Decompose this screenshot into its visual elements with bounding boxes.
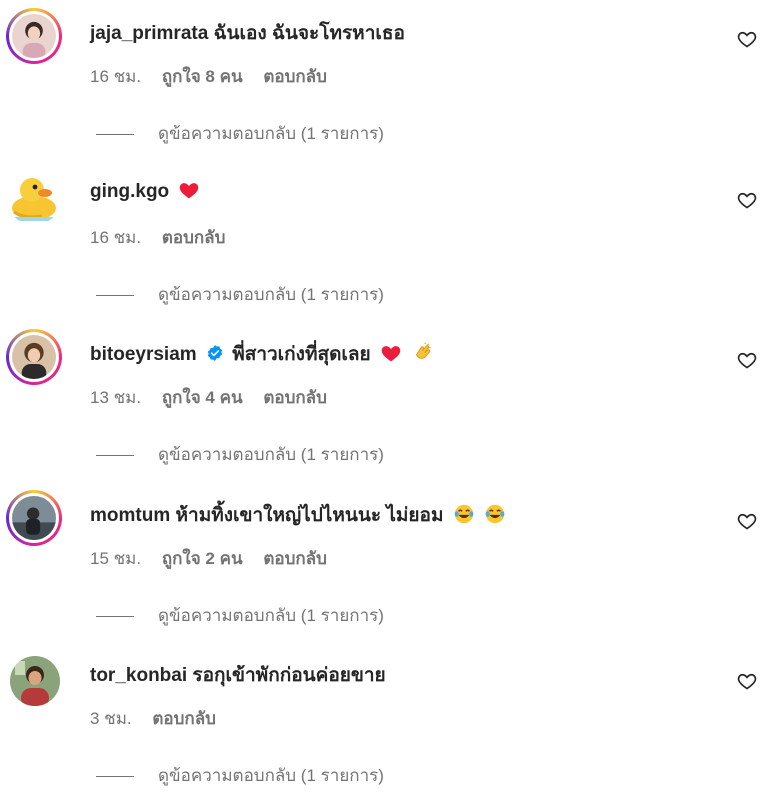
- username[interactable]: bitoeyrsiam: [90, 344, 197, 365]
- comment-item: tor_konbai รอกุเข้าพักก่อนค่อยขาย 3 ชม. …: [0, 642, 763, 802]
- reply-button[interactable]: ตอบกลับ: [162, 228, 226, 247]
- avatar[interactable]: [6, 8, 62, 64]
- rubber-duck-icon: [6, 169, 62, 225]
- timestamp[interactable]: 16 ชม.: [90, 228, 141, 247]
- comment-meta: 3 ชม. ตอบกลับ: [90, 705, 232, 732]
- comment-line: momtum ห้ามทิ้งเขาใหญ่ไปไหนนะ ไม่ยอม: [90, 500, 506, 530]
- avatar-image: [12, 14, 56, 58]
- avatar-image: [12, 335, 56, 379]
- username[interactable]: momtum: [90, 505, 170, 526]
- divider: [96, 616, 134, 618]
- view-replies-label: ดูข้อความตอบกลับ (1 รายการ): [158, 285, 384, 304]
- comment-meta: 16 ชม. ถูกใจ 8 คน ตอบกลับ: [90, 63, 343, 90]
- username[interactable]: ging.kgo: [90, 181, 169, 202]
- divider: [96, 134, 134, 136]
- comment-meta: 15 ชม. ถูกใจ 2 คน ตอบกลับ: [90, 545, 343, 572]
- likes-count[interactable]: ถูกใจ 2 คน: [162, 549, 243, 568]
- timestamp[interactable]: 3 ชม.: [90, 709, 132, 728]
- view-replies-label: ดูข้อความตอบกลับ (1 รายการ): [158, 766, 384, 785]
- comment-line: bitoeyrsiam พี่สาวเก่งที่สุดเลย: [90, 339, 433, 369]
- heart-outline-icon[interactable]: [737, 511, 757, 531]
- avatar-image: [6, 169, 62, 225]
- comment-item: jaja_primrata ฉันเอง ฉันจะโทรหาเธอ 16 ชม…: [0, 0, 763, 160]
- comment-item: momtum ห้ามทิ้งเขาใหญ่ไปไหนนะ ไม่ยอม 15 …: [0, 482, 763, 642]
- timestamp[interactable]: 15 ชม.: [90, 549, 141, 568]
- divider: [96, 776, 134, 778]
- comment-meta: 16 ชม. ตอบกลับ: [90, 224, 241, 251]
- comment-meta: 13 ชม. ถูกใจ 4 คน ตอบกลับ: [90, 384, 343, 411]
- view-replies-button[interactable]: ดูข้อความตอบกลับ (1 รายการ): [96, 281, 384, 308]
- likes-count[interactable]: ถูกใจ 4 คน: [162, 388, 243, 407]
- divider: [96, 455, 134, 457]
- reply-button[interactable]: ตอบกลับ: [263, 388, 327, 407]
- comment-text: ฉันเอง ฉันจะโทรหาเธอ: [213, 23, 405, 44]
- comment-line: tor_konbai รอกุเข้าพักก่อนค่อยขาย: [90, 660, 386, 690]
- view-replies-button[interactable]: ดูข้อความตอบกลับ (1 รายการ): [96, 762, 384, 789]
- red-heart-emoji: [381, 346, 401, 362]
- view-replies-label: ดูข้อความตอบกลับ (1 รายการ): [158, 445, 384, 464]
- avatar[interactable]: [10, 656, 60, 706]
- tears-of-joy-emoji: [485, 504, 505, 524]
- red-heart-emoji: [180, 183, 199, 199]
- comment-item: bitoeyrsiam พี่สาวเก่งที่สุดเลย 13 ชม. ถ…: [0, 321, 763, 481]
- heart-outline-icon[interactable]: [737, 350, 757, 370]
- reply-button[interactable]: ตอบกลับ: [263, 549, 327, 568]
- timestamp[interactable]: 13 ชม.: [90, 388, 141, 407]
- comment-line: jaja_primrata ฉันเอง ฉันจะโทรหาเธอ: [90, 18, 405, 48]
- username[interactable]: tor_konbai: [90, 665, 187, 686]
- comments-list: jaja_primrata ฉันเอง ฉันจะโทรหาเธอ 16 ชม…: [0, 0, 763, 800]
- timestamp[interactable]: 16 ชม.: [90, 67, 141, 86]
- clapping-hands-emoji: [415, 342, 431, 359]
- comment-line: ging.kgo: [90, 179, 200, 203]
- reply-button[interactable]: ตอบกลับ: [263, 67, 327, 86]
- view-replies-button[interactable]: ดูข้อความตอบกลับ (1 รายการ): [96, 120, 384, 147]
- avatar[interactable]: [6, 329, 62, 385]
- view-replies-button[interactable]: ดูข้อความตอบกลับ (1 รายการ): [96, 441, 384, 468]
- divider: [96, 295, 134, 297]
- avatar-image: [10, 656, 60, 706]
- comment-item: ging.kgo 16 ชม. ตอบกลับ ดูข้อความตอบกลับ…: [0, 161, 763, 321]
- heart-outline-icon[interactable]: [737, 190, 757, 210]
- view-replies-label: ดูข้อความตอบกลับ (1 รายการ): [158, 124, 384, 143]
- tears-of-joy-emoji: [454, 504, 474, 524]
- comment-text: ห้ามทิ้งเขาใหญ่ไปไหนนะ ไม่ยอม: [175, 505, 444, 526]
- heart-outline-icon[interactable]: [737, 671, 757, 691]
- view-replies-label: ดูข้อความตอบกลับ (1 รายการ): [158, 606, 384, 625]
- avatar-image: [12, 496, 56, 540]
- comment-text: พี่สาวเก่งที่สุดเลย: [232, 344, 371, 365]
- verified-badge-icon: [207, 345, 223, 361]
- avatar[interactable]: [6, 490, 62, 546]
- avatar[interactable]: [6, 169, 62, 225]
- likes-count[interactable]: ถูกใจ 8 คน: [162, 67, 243, 86]
- comment-text: รอกุเข้าพักก่อนค่อยขาย: [192, 665, 386, 686]
- heart-outline-icon[interactable]: [737, 29, 757, 49]
- view-replies-button[interactable]: ดูข้อความตอบกลับ (1 รายการ): [96, 602, 384, 629]
- reply-button[interactable]: ตอบกลับ: [152, 709, 216, 728]
- username[interactable]: jaja_primrata: [90, 23, 208, 44]
